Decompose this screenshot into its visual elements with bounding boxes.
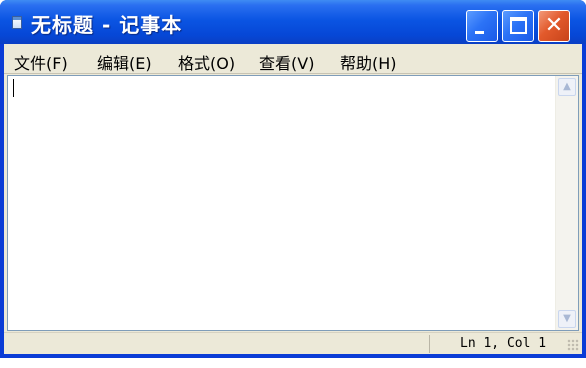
status-pane-main [4,335,429,353]
menu-format[interactable]: 格式(O) [178,50,235,74]
maximize-icon [510,17,527,34]
menu-edit[interactable]: 编辑(E) [97,50,152,74]
close-icon: ✕ [544,13,564,38]
resize-grip-icon[interactable] [567,339,579,351]
menu-bar: 文件(F) 编辑(E) 格式(O) 查看(V) 帮助(H) [4,44,582,74]
window-body: 文件(F) 编辑(E) 格式(O) 查看(V) 帮助(H) ▲ ▼ Ln 1, … [4,44,582,354]
vertical-scrollbar[interactable]: ▲ ▼ [555,76,578,330]
notepad-window: 无标题 - 记事本 ✕ 文件(F) 编辑(E) 格式(O) 查看(V) 帮助(H… [0,0,586,358]
window-title: 无标题 - 记事本 [31,13,183,37]
status-pane-position: Ln 1, Col 1 [429,335,560,353]
minimize-icon [475,31,484,34]
maximize-button[interactable] [502,10,534,42]
status-bar: Ln 1, Col 1 [4,332,582,354]
minimize-button[interactable] [466,10,498,42]
cursor-position: Ln 1, Col 1 [460,336,547,351]
notepad-icon[interactable] [12,16,22,29]
close-button[interactable]: ✕ [538,10,570,42]
menu-help[interactable]: 帮助(H) [340,50,397,74]
menu-view[interactable]: 查看(V) [259,50,314,74]
menu-file[interactable]: 文件(F) [14,50,68,74]
text-editor-area[interactable]: ▲ ▼ [7,75,579,331]
chevron-up-icon: ▲ [563,81,571,92]
text-caret [13,79,14,97]
title-bar[interactable]: 无标题 - 记事本 ✕ [0,0,586,44]
scroll-up-button[interactable]: ▲ [558,78,576,96]
chevron-down-icon: ▼ [563,313,571,324]
scroll-down-button[interactable]: ▼ [558,310,576,328]
